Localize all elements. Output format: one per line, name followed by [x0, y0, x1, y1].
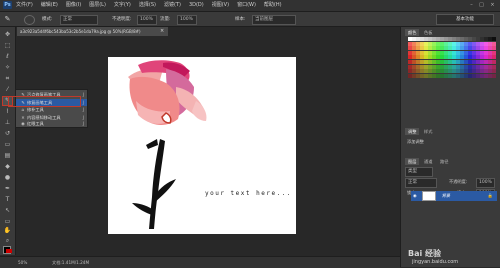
color-swatch[interactable]: [492, 50, 496, 55]
add-adjustment-label: 添加调整: [407, 139, 424, 144]
flyout-item-patch[interactable]: ⌂ 修补工具 J: [16, 106, 87, 114]
menu-items: 文件(F) 编辑(E) 图像(I) 图层(L) 文字(Y) 选择(S) 滤镜(T…: [16, 0, 282, 11]
type-tool-icon[interactable]: T: [3, 196, 12, 204]
status-bar: 50% 文档:1.41M/1.24M: [0, 256, 400, 268]
baidu-watermark: Bai 经验: [408, 249, 442, 258]
document-info: 文档:1.41M/1.24M: [52, 260, 90, 265]
blend-mode-select[interactable]: 正常: [405, 178, 437, 188]
dodge-tool-icon[interactable]: ●: [3, 174, 12, 182]
layer-name: 背景: [441, 193, 451, 198]
tab-paths[interactable]: 路径: [437, 158, 451, 165]
path-select-tool-icon[interactable]: ↖: [3, 207, 12, 215]
menu-file[interactable]: 文件(F): [16, 0, 33, 11]
layer-opacity-input[interactable]: 100%: [476, 178, 495, 188]
lasso-tool-icon[interactable]: ℓ: [3, 53, 12, 61]
eraser-tool-icon[interactable]: ▭: [3, 141, 12, 149]
flyout-item-red-eye[interactable]: ◉ 红眼工具 J: [16, 120, 87, 128]
sample-label: 样本:: [235, 17, 246, 22]
swatch-grid[interactable]: [408, 37, 496, 79]
visibility-eye-icon[interactable]: ◉: [413, 191, 419, 201]
healing-tools-flyout: ✎ 污点修复画笔工具 J ✎ 修复画笔工具 J ⌂ 修补工具 J ✕ 内容感知移动工具 J ◉ 红…: [15, 89, 88, 128]
tab-swatches[interactable]: 色板: [421, 29, 435, 36]
shape-tool-icon[interactable]: ▭: [3, 218, 12, 226]
menu-image[interactable]: 图像(I): [66, 0, 81, 11]
move-tool-icon[interactable]: ✥: [3, 31, 12, 39]
color-swatch[interactable]: [492, 55, 496, 60]
layer-lock-icon: 🔒: [487, 193, 493, 198]
document-tab[interactable]: a3c923a5d4f6bc543ba53c2b5e1da79a.jpg @ 5…: [17, 27, 168, 36]
healing-brush-preset-icon[interactable]: ✎: [3, 15, 12, 23]
watermark-url: jingyan.baidu.com: [412, 259, 459, 265]
patch-icon: ⌂: [21, 107, 25, 112]
background-color-swatch[interactable]: [6, 249, 12, 253]
eyedropper-tool-icon[interactable]: ⁄: [3, 86, 12, 94]
mode-label: 模式:: [42, 17, 53, 22]
color-swatch[interactable]: [492, 60, 496, 64]
pen-tool-icon[interactable]: ✒: [3, 185, 12, 193]
flow-input[interactable]: 100%: [177, 15, 197, 25]
menu-layer[interactable]: 图层(L): [89, 0, 106, 11]
close-button[interactable]: ×: [488, 0, 497, 11]
menu-view[interactable]: 视图(V): [212, 0, 229, 11]
zoom-tool-icon[interactable]: ⌕: [3, 237, 12, 245]
menu-edit[interactable]: 编辑(E): [41, 0, 58, 11]
red-eye-icon: ◉: [21, 121, 25, 126]
color-swatch[interactable]: [492, 73, 496, 78]
close-tab-icon[interactable]: ×: [160, 27, 166, 36]
canvas-caption: your text here...: [205, 190, 292, 197]
toolbar: ✥ ⬚ ℓ ✧ ⌗ ⁄ ✎ ⌇ ⊥ ↺ ▭ ▤ ◆ ● ✒ T ↖ ▭ ✋ ⌕: [0, 27, 16, 255]
color-swatch[interactable]: [492, 46, 496, 51]
menu-type[interactable]: 文字(Y): [114, 0, 131, 11]
color-swatch[interactable]: [492, 69, 496, 74]
mode-select[interactable]: 正常: [60, 15, 98, 25]
opacity-input[interactable]: 100%: [137, 15, 157, 25]
quick-select-tool-icon[interactable]: ✧: [3, 64, 12, 72]
tab-adjustments[interactable]: 调整: [405, 128, 420, 135]
layer-kind-filter[interactable]: 类型: [405, 167, 433, 177]
blur-tool-icon[interactable]: ◆: [3, 163, 12, 171]
flow-label: 流量:: [160, 17, 171, 22]
zoom-level[interactable]: 50%: [18, 257, 27, 268]
tab-styles[interactable]: 样式: [421, 128, 435, 135]
crop-tool-icon[interactable]: ⌗: [3, 75, 12, 83]
tab-channels[interactable]: 通道: [421, 158, 435, 165]
tab-layers[interactable]: 图层: [405, 158, 420, 165]
menu-help[interactable]: 帮助(H): [264, 0, 282, 11]
layer-row-background[interactable]: ◉ 背景 🔒: [411, 191, 497, 201]
options-bar: ✎ 模式: 正常 不透明度: 100% 流量: 100% 样本: 当前图层 基本…: [0, 12, 500, 27]
gradient-tool-icon[interactable]: ▤: [3, 152, 12, 160]
brush-tool-icon[interactable]: ⌇: [3, 108, 12, 116]
sample-select[interactable]: 当前图层: [252, 15, 296, 25]
clone-stamp-tool-icon[interactable]: ⊥: [3, 119, 12, 127]
photoshop-logo: Ps: [3, 1, 12, 9]
menu-filter[interactable]: 滤镜(T): [164, 0, 181, 11]
layer-opacity-label: 不透明度:: [449, 179, 468, 184]
color-swatch[interactable]: [492, 41, 496, 46]
opacity-label: 不透明度:: [112, 17, 132, 22]
tab-color[interactable]: 颜色: [405, 29, 420, 36]
brush-size-icon[interactable]: [24, 15, 35, 25]
minimize-button[interactable]: –: [467, 0, 476, 11]
color-swatch[interactable]: [492, 64, 496, 69]
workspace-button[interactable]: 基本功能: [436, 14, 494, 25]
history-brush-tool-icon[interactable]: ↺: [3, 130, 12, 138]
rose-artwork: [128, 60, 207, 229]
document-canvas[interactable]: your text here...: [108, 57, 296, 234]
menu-3d[interactable]: 3D(D): [189, 0, 204, 11]
hand-tool-icon[interactable]: ✋: [3, 227, 12, 235]
marquee-tool-icon[interactable]: ⬚: [3, 42, 12, 50]
color-swatch[interactable]: [492, 37, 496, 41]
layer-thumbnail: [422, 191, 437, 201]
menu-select[interactable]: 选择(S): [139, 0, 156, 11]
maximize-button[interactable]: □: [477, 0, 486, 11]
menu-bar: Ps 文件(F) 编辑(E) 图像(I) 图层(L) 文字(Y) 选择(S) 滤…: [0, 0, 500, 12]
menu-window[interactable]: 窗口(W): [237, 0, 256, 11]
selection-highlight-box: [8, 96, 81, 107]
